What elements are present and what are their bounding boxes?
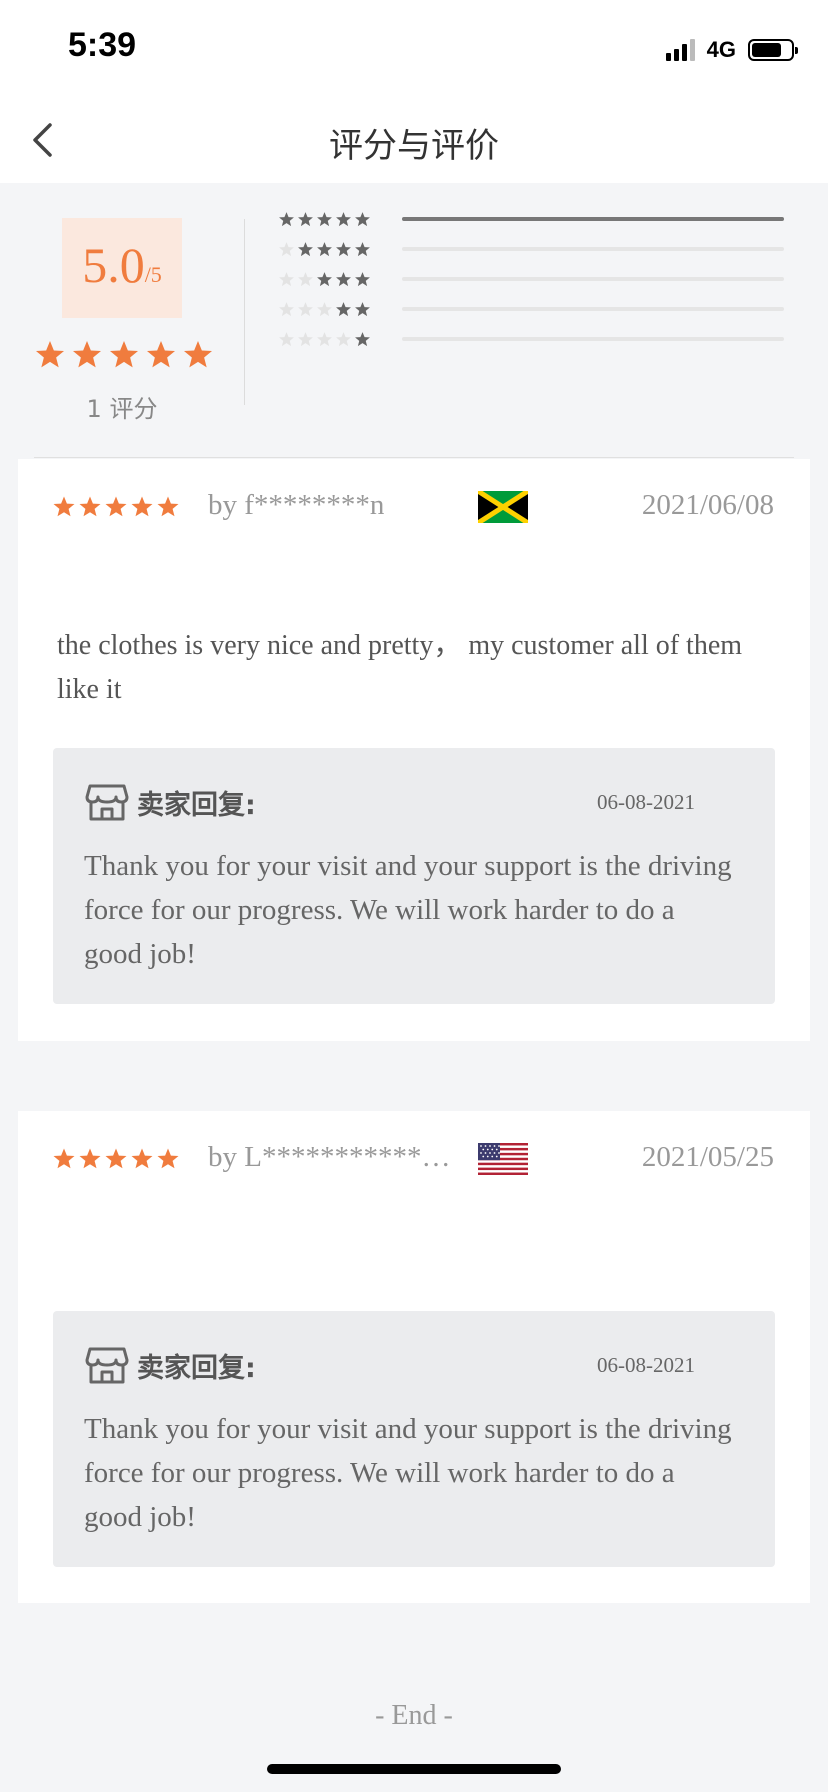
star-icon	[157, 1148, 179, 1169]
review-card: by f********n 2021/06/08 the clothes is …	[18, 459, 810, 1041]
star-icon	[110, 341, 138, 368]
distribution-stars	[278, 271, 374, 288]
distribution-bar	[402, 247, 784, 251]
star-icon	[336, 211, 351, 226]
star-icon	[355, 241, 370, 256]
star-icon	[79, 496, 101, 517]
distribution-row-4-stars	[278, 239, 784, 259]
star-icon	[131, 496, 153, 517]
status-time: 5:39	[68, 26, 137, 64]
usa-flag-icon	[478, 1143, 528, 1175]
star-icon	[298, 211, 313, 226]
seller-reply: 卖家回复: 06-08-2021 Thank you for your visi…	[53, 748, 775, 1004]
score-badge: 5.0 /5	[62, 218, 182, 318]
score-value: 5.0	[82, 237, 145, 293]
distribution-row-2-stars	[278, 299, 784, 319]
divider	[244, 219, 245, 405]
store-icon	[85, 784, 129, 821]
star-icon	[355, 271, 370, 286]
star-icon	[317, 301, 332, 316]
distribution-row-1-stars	[278, 329, 784, 349]
star-icon	[279, 241, 294, 256]
review-header: by L***********… 2021/05/25	[52, 1139, 774, 1179]
star-icon	[53, 1148, 75, 1169]
review-stars	[52, 1147, 180, 1171]
star-icon	[73, 341, 101, 368]
review-comment: the clothes is very nice and pretty， my …	[57, 630, 743, 705]
star-icon	[317, 331, 332, 346]
seller-reply-header: 卖家回复: 06-08-2021	[85, 780, 695, 824]
distribution-bar	[402, 277, 784, 281]
review-author: by L***********…	[208, 1141, 451, 1173]
distribution-row-5-stars	[278, 209, 784, 229]
seller-reply-date: 06-08-2021	[597, 1352, 695, 1377]
distribution-bar	[402, 307, 784, 311]
rating-summary: 5.0 /5 1 评分	[0, 183, 828, 458]
star-icon	[131, 1148, 153, 1169]
status-icons: 4G	[665, 36, 798, 64]
page-title: 评分与评价	[329, 126, 499, 166]
star-icon	[36, 341, 64, 368]
store-icon	[85, 1347, 129, 1384]
star-icon	[279, 331, 294, 346]
star-icon	[336, 301, 351, 316]
star-icon	[157, 496, 179, 517]
star-icon	[355, 301, 370, 316]
star-icon	[53, 496, 75, 517]
seller-reply-text: Thank you for your visit and your suppor…	[84, 1413, 732, 1533]
star-icon	[355, 331, 370, 346]
distribution-stars	[278, 211, 374, 228]
review-author: by f********n	[208, 489, 385, 521]
network-type: 4G	[706, 37, 736, 62]
star-icon	[279, 271, 294, 286]
star-icon	[355, 211, 370, 226]
distribution-bar	[402, 337, 784, 341]
distribution-bar	[402, 217, 784, 221]
review-header: by f********n 2021/06/08	[52, 487, 774, 527]
star-icon	[336, 271, 351, 286]
home-indicator[interactable]	[267, 1764, 561, 1774]
star-icon	[336, 241, 351, 256]
seller-reply-text: Thank you for your visit and your suppor…	[84, 850, 732, 970]
distribution-row-3-stars	[278, 269, 784, 289]
star-icon	[317, 271, 332, 286]
score-suffix: /5	[144, 262, 162, 287]
seller-reply-label: 卖家回复:	[137, 1352, 256, 1384]
star-icon	[298, 271, 313, 286]
star-icon	[298, 301, 313, 316]
star-icon	[336, 331, 351, 346]
battery-icon	[748, 39, 798, 61]
review-date: 2021/05/25	[641, 1141, 774, 1173]
star-icon	[184, 341, 212, 368]
distribution-stars	[278, 301, 374, 318]
star-icon	[317, 241, 332, 256]
star-icon	[317, 211, 332, 226]
end-of-list: - End -	[375, 1700, 453, 1731]
star-icon	[79, 1148, 101, 1169]
star-icon	[279, 301, 294, 316]
jamaica-flag-icon	[478, 491, 528, 523]
star-icon	[298, 241, 313, 256]
distribution-stars	[278, 331, 374, 348]
seller-reply-label: 卖家回复:	[137, 789, 256, 821]
review-card: by L***********… 2021/05/25 卖家回复: 06-08-…	[18, 1111, 810, 1603]
star-icon	[105, 496, 127, 517]
star-icon	[279, 211, 294, 226]
top-bar: 5:39 4G 评分与评价	[0, 0, 828, 183]
distribution-bar-fill	[402, 217, 784, 221]
signal-icon	[665, 39, 695, 61]
distribution-stars	[278, 241, 374, 258]
seller-reply-header: 卖家回复: 06-08-2021	[85, 1343, 695, 1387]
review-date: 2021/06/08	[641, 489, 774, 521]
star-icon	[298, 331, 313, 346]
divider	[34, 457, 794, 458]
review-stars	[52, 495, 180, 519]
rating-count: 1 评分	[86, 395, 158, 423]
overall-stars	[34, 339, 214, 371]
seller-reply: 卖家回复: 06-08-2021 Thank you for your visi…	[53, 1311, 775, 1567]
star-icon	[147, 341, 175, 368]
star-icon	[105, 1148, 127, 1169]
seller-reply-date: 06-08-2021	[597, 789, 695, 814]
